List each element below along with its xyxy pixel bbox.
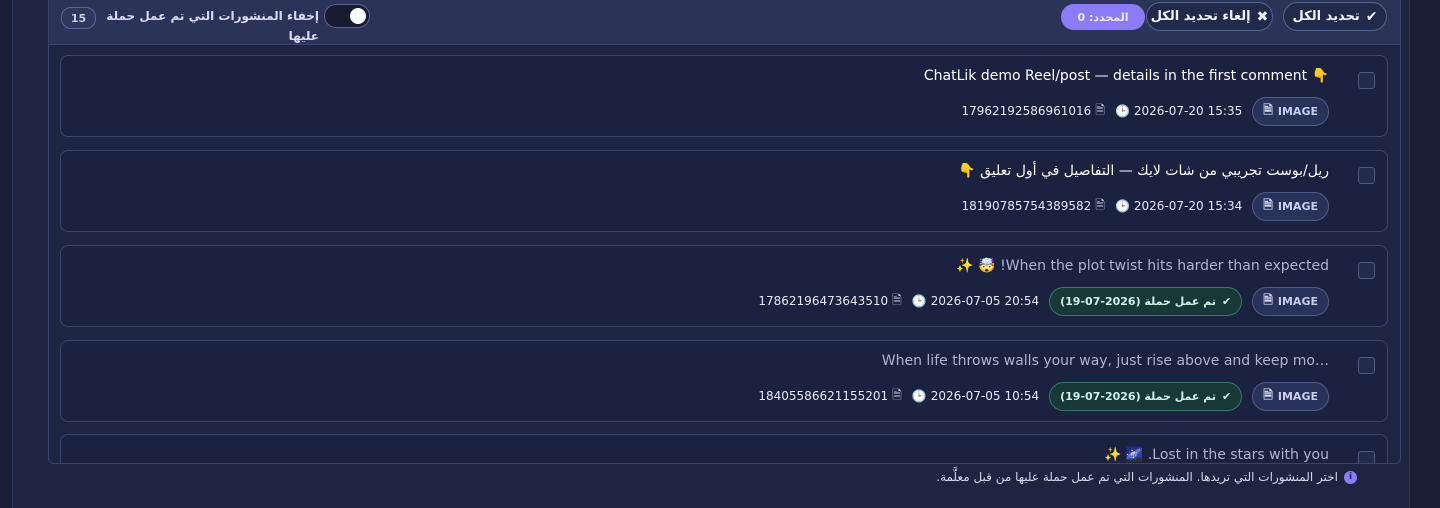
media-type-label: IMAGE [1277, 104, 1318, 118]
selection-toolbar: 15 إخفاء المنشورات التي تم عمل حملة عليه… [49, 0, 1400, 45]
post-card[interactable]: When life throws walls your way, just ri… [60, 340, 1388, 422]
post-time: 15:34 [1207, 199, 1243, 213]
post-checkbox[interactable] [1358, 262, 1375, 279]
selected-count-badge: المحدد: 0 [1061, 4, 1145, 30]
select-all-button[interactable]: ✔ تحديد الكل [1283, 2, 1387, 31]
post-checkbox[interactable] [1358, 357, 1375, 374]
campaign-status-badge: ✔ تم عمل حملة (2026-07-19) [1049, 381, 1243, 411]
post-meta: 🗎 IMAGE 🕒 2026-07-20 15:34 1819078575438… [961, 191, 1329, 221]
post-title: When the plot twist hits harder than exp… [956, 258, 1329, 274]
media-type-label: IMAGE [1277, 294, 1318, 308]
document-icon: 🗎 [1095, 197, 1105, 212]
campaign-status-label: تم عمل حملة (2026-07-19) [1060, 389, 1217, 403]
post-checkbox[interactable] [1358, 451, 1375, 463]
post-meta: 🗎 IMAGE 🕒 2026-07-20 15:35 1796219258696… [961, 96, 1329, 126]
post-meta: 🗎 IMAGE ✔ تم عمل حملة (2026-07-19) 🕒 202… [758, 286, 1329, 316]
post-id: 18405586621155201 🗎 [758, 386, 901, 407]
check-icon: ✔ [1222, 389, 1232, 403]
clock-icon: 🕒 [1114, 199, 1130, 213]
post-date: 2026-07-20 [1133, 199, 1204, 213]
post-datetime: 🕒 2026-07-05 10:54 [912, 389, 1039, 403]
post-checkbox[interactable] [1358, 167, 1375, 184]
image-file-icon: 🗎 [1263, 102, 1273, 117]
post-id: 17962192586961016 🗎 [961, 101, 1104, 122]
post-datetime: 🕒 2026-07-20 15:35 [1115, 104, 1242, 118]
post-picker-panel: 15 إخفاء المنشورات التي تم عمل حملة عليه… [48, 0, 1401, 464]
clock-icon: 🕒 [911, 294, 927, 308]
document-icon: 🗎 [892, 292, 902, 307]
clock-icon: 🕒 [1114, 104, 1130, 118]
media-type-badge: 🗎 IMAGE [1252, 286, 1329, 316]
deselect-all-button[interactable]: ✖ إلغاء تحديد الكل [1146, 2, 1273, 31]
post-date: 2026-07-05 [930, 294, 1001, 308]
info-icon: i [1344, 470, 1357, 484]
post-date: 2026-07-20 [1133, 104, 1204, 118]
post-card[interactable]: When the plot twist hits harder than exp… [60, 245, 1388, 327]
media-type-badge: 🗎 IMAGE [1252, 96, 1329, 126]
media-type-label: IMAGE [1277, 389, 1318, 403]
post-meta: 🗎 IMAGE ✔ تم عمل حملة (2026-07-19) 🕒 202… [758, 381, 1329, 411]
post-id: 17862196473643510 🗎 [758, 291, 901, 312]
media-type-badge: 🗎 IMAGE [1252, 381, 1329, 411]
document-icon: 🗎 [892, 387, 902, 402]
post-checkbox[interactable] [1358, 72, 1375, 89]
post-id: 18190785754389582 🗎 [961, 196, 1104, 217]
post-title: Lost in the stars with you. 🌌 ✨ [1104, 447, 1329, 463]
image-file-icon: 🗎 [1263, 197, 1273, 212]
helper-note-text: اختر المنشورات التي تريدها. المنشورات ال… [936, 470, 1338, 484]
check-icon: ✔ [1222, 294, 1232, 308]
post-id-value: 17962192586961016 [961, 104, 1092, 118]
hidden-count-badge: 15 [61, 7, 96, 29]
media-type-label: IMAGE [1277, 199, 1318, 213]
post-card[interactable]: ChatLik demo Reel/post — details in the … [60, 55, 1388, 137]
post-time: 20:54 [1004, 294, 1040, 308]
hide-used-label: إخفاء المنشورات التي تم عمل حملة عليها [106, 9, 319, 43]
post-card[interactable]: Lost in the stars with you. 🌌 ✨ [60, 434, 1388, 463]
toggle-knob [350, 8, 366, 24]
post-time: 15:35 [1207, 104, 1243, 118]
post-card[interactable]: ريل/بوست تجريبي من شات لايك — التفاصيل ف… [60, 150, 1388, 232]
post-title: ريل/بوست تجريبي من شات لايك — التفاصيل ف… [958, 163, 1329, 179]
x-icon: ✖ [1256, 8, 1269, 25]
campaign-status-label: تم عمل حملة (2026-07-19) [1060, 294, 1217, 308]
post-title: When life throws walls your way, just ri… [881, 353, 1329, 369]
image-file-icon: 🗎 [1263, 387, 1273, 402]
select-all-label: تحديد الكل [1292, 9, 1360, 24]
helper-note: i اختر المنشورات التي تريدها. المنشورات … [936, 470, 1357, 484]
post-datetime: 🕒 2026-07-20 15:34 [1115, 199, 1242, 213]
modal-frame: 15 إخفاء المنشورات التي تم عمل حملة عليه… [12, 0, 1410, 508]
campaign-status-badge: ✔ تم عمل حملة (2026-07-19) [1049, 286, 1243, 316]
post-datetime: 🕒 2026-07-05 20:54 [912, 294, 1039, 308]
clock-icon: 🕒 [911, 389, 927, 403]
deselect-all-label: إلغاء تحديد الكل [1150, 9, 1251, 24]
media-type-badge: 🗎 IMAGE [1252, 191, 1329, 221]
post-id-value: 17862196473643510 [758, 294, 889, 308]
post-time: 10:54 [1004, 389, 1040, 403]
hide-used-toggle[interactable] [324, 4, 370, 28]
post-id-value: 18405586621155201 [758, 389, 889, 403]
image-file-icon: 🗎 [1263, 292, 1273, 307]
post-date: 2026-07-05 [930, 389, 1001, 403]
post-title: ChatLik demo Reel/post — details in the … [923, 68, 1329, 84]
document-icon: 🗎 [1095, 102, 1105, 117]
post-id-value: 18190785754389582 [961, 199, 1092, 213]
double-check-icon: ✔ [1365, 8, 1378, 25]
